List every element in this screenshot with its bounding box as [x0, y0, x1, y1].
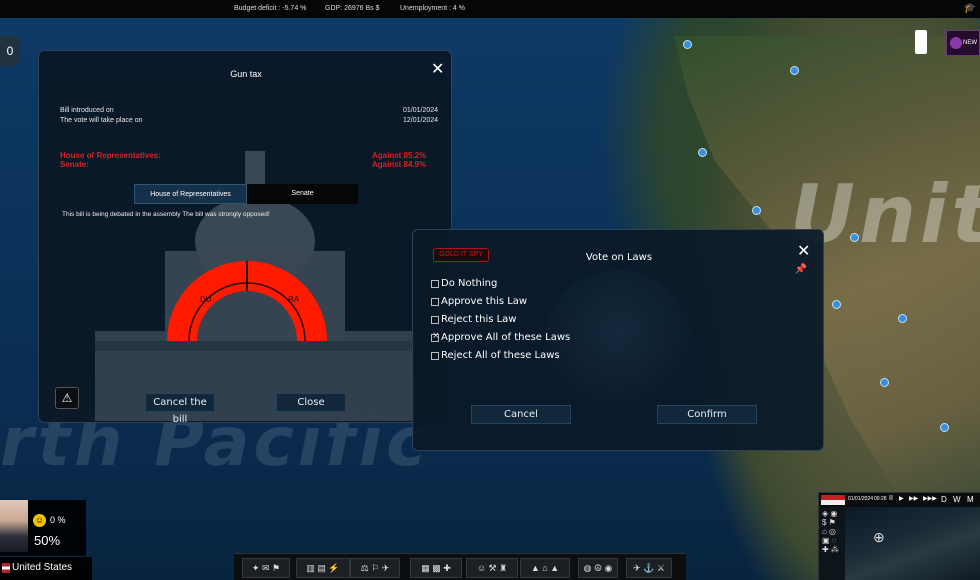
- justice-tools-button[interactable]: ⚖ ⚐ ✈: [350, 558, 400, 578]
- cancel-bill-button[interactable]: Cancel the bill: [145, 393, 215, 422]
- economy-tools-button[interactable]: ▦ ▩ ✚: [410, 558, 462, 578]
- checkbox[interactable]: [431, 279, 439, 288]
- vote-on-laws-dialog: GOLD IT SPY Vote on Laws ✕ 📌 Do Nothing …: [412, 229, 824, 451]
- flag-icon: [821, 495, 845, 505]
- popularity-value: 50%: [34, 533, 61, 548]
- budget-deficit: Budget deficit : -5.74 %: [234, 5, 307, 12]
- globe-icon: [950, 37, 962, 49]
- option-reject-law[interactable]: Reject this Law: [431, 314, 516, 325]
- smiley-face-icon: ☺: [33, 514, 46, 527]
- crosshair-icon: ⊕: [873, 529, 885, 545]
- vote-confirm-button[interactable]: Confirm: [657, 405, 757, 424]
- left-counter-badge[interactable]: 0: [0, 36, 20, 66]
- flag-notification-icon[interactable]: [915, 30, 927, 54]
- leader-panel[interactable]: ☺ 0 % 50%: [0, 500, 86, 556]
- bill-title: Gun tax: [230, 69, 262, 79]
- speed-1-button[interactable]: ▶: [899, 495, 904, 502]
- city-marker[interactable]: [698, 148, 707, 157]
- checkbox[interactable]: [431, 297, 439, 306]
- city-marker[interactable]: [880, 378, 889, 387]
- tab-senate[interactable]: Senate: [247, 184, 358, 204]
- city-marker[interactable]: [898, 314, 907, 323]
- unemployment-stat: Unemployment : 4 %: [400, 5, 465, 12]
- us-flag-icon: [2, 563, 10, 573]
- party-right-label: RA: [288, 295, 300, 304]
- bill-close-icon[interactable]: ✕: [431, 62, 444, 78]
- city-marker[interactable]: [940, 423, 949, 432]
- option-approve-law[interactable]: Approve this Law: [431, 296, 527, 307]
- close-bill-button[interactable]: Close: [276, 393, 346, 412]
- house-label: House of Representatives:: [60, 151, 161, 160]
- country-panel[interactable]: United States: [0, 557, 92, 580]
- city-marker[interactable]: [790, 66, 799, 75]
- diplomacy-tools-button[interactable]: ✦ ✉ ⚑: [242, 558, 290, 578]
- city-marker[interactable]: [752, 206, 761, 215]
- introduced-date: 01/01/2024: [403, 107, 439, 114]
- game-date: 01/01/2024: [848, 496, 874, 502]
- government-tools-button[interactable]: ▲ ⌂ ▲: [520, 558, 570, 578]
- country-name: United States: [12, 562, 73, 573]
- time-controls: 01/01/2024 00:28 II ▶ ▶▶ ▶▶▶ D W M: [819, 493, 980, 507]
- week-button[interactable]: W: [953, 495, 961, 504]
- option-do-nothing[interactable]: Do Nothing: [431, 278, 497, 289]
- gdp-stat: GDP: 26976 Bs $: [325, 5, 380, 12]
- pause-button[interactable]: II: [889, 495, 893, 502]
- spy-silhouette-icon: [543, 270, 693, 420]
- vote-close-icon[interactable]: ✕: [797, 244, 810, 260]
- option-approve-all[interactable]: Approve All of these Laws: [431, 331, 570, 343]
- leader-portrait[interactable]: [0, 500, 28, 552]
- minimap-panel: 01/01/2024 00:28 II ▶ ▶▶ ▶▶▶ D W M ◈ ◉ $ …: [818, 492, 980, 580]
- approval-change: 0 %: [50, 515, 66, 525]
- city-marker[interactable]: [850, 233, 859, 242]
- senate-label: Senate:: [60, 160, 89, 169]
- vote-cancel-button[interactable]: Cancel: [471, 405, 571, 424]
- hemicycle-chart: DU RA: [167, 261, 327, 342]
- top-stats-bar: Budget deficit : -5.74 % GDP: 26976 Bs $…: [0, 0, 980, 18]
- party-left-label: DU: [200, 295, 212, 304]
- pin-icon[interactable]: 📌: [795, 264, 807, 275]
- vote-date-label: The vote will take place on: [60, 117, 143, 124]
- vote-date: 12/01/2024: [403, 117, 439, 124]
- speed-2-button[interactable]: ▶▶: [909, 495, 918, 502]
- chamber-tabs: House of Representatives Senate: [134, 184, 358, 204]
- news-button[interactable]: NEW: [946, 30, 980, 56]
- world-tools-button[interactable]: ◍ ☮ ◉: [578, 558, 618, 578]
- vote-title: Vote on Laws: [585, 252, 653, 263]
- minimap-filter-icons[interactable]: ◈ ◉ $ ⚑ ⌂ ◎ ▣ ◌ ✚ ⁂: [819, 507, 845, 580]
- industry-tools-button[interactable]: ▥ ▤ ⚡: [296, 558, 350, 578]
- day-button[interactable]: D: [941, 495, 947, 504]
- senate-result: Against 84.9%: [372, 160, 427, 169]
- bill-dialog: Gun tax ✕ Bill introduced on 01/01/2024 …: [38, 50, 452, 423]
- month-button[interactable]: M: [967, 495, 974, 504]
- checkbox[interactable]: [431, 315, 439, 324]
- checkbox[interactable]: [431, 351, 439, 360]
- debate-status: This bill is being debated in the assemb…: [62, 211, 270, 218]
- bottom-toolbar: ✦ ✉ ⚑ ▥ ▤ ⚡ ⚖ ⚐ ✈ ▦ ▩ ✚ ☺ ⚒ ♜ ▲ ⌂ ▲ ◍ ☮ …: [234, 553, 686, 580]
- game-time: 00:28: [874, 496, 887, 502]
- military-tools-button[interactable]: ✈ ⚓ ⚔: [626, 558, 672, 578]
- option-reject-all[interactable]: Reject All of these Laws: [431, 350, 560, 361]
- checkbox-checked[interactable]: [431, 331, 440, 342]
- city-marker[interactable]: [832, 300, 841, 309]
- speed-3-button[interactable]: ▶▶▶: [923, 495, 937, 502]
- minimap-view[interactable]: ⊕: [845, 507, 980, 580]
- city-marker[interactable]: [683, 40, 692, 49]
- house-result: Against 85.2%: [372, 151, 427, 160]
- tab-house[interactable]: House of Representatives: [134, 184, 247, 204]
- news-label: NEW: [963, 40, 977, 46]
- graduation-cap-icon[interactable]: 🎓: [964, 3, 976, 14]
- culture-tools-button[interactable]: ☺ ⚒ ♜: [466, 558, 518, 578]
- introduced-label: Bill introduced on: [60, 107, 114, 114]
- party-logo-icon[interactable]: ⚠: [55, 387, 79, 409]
